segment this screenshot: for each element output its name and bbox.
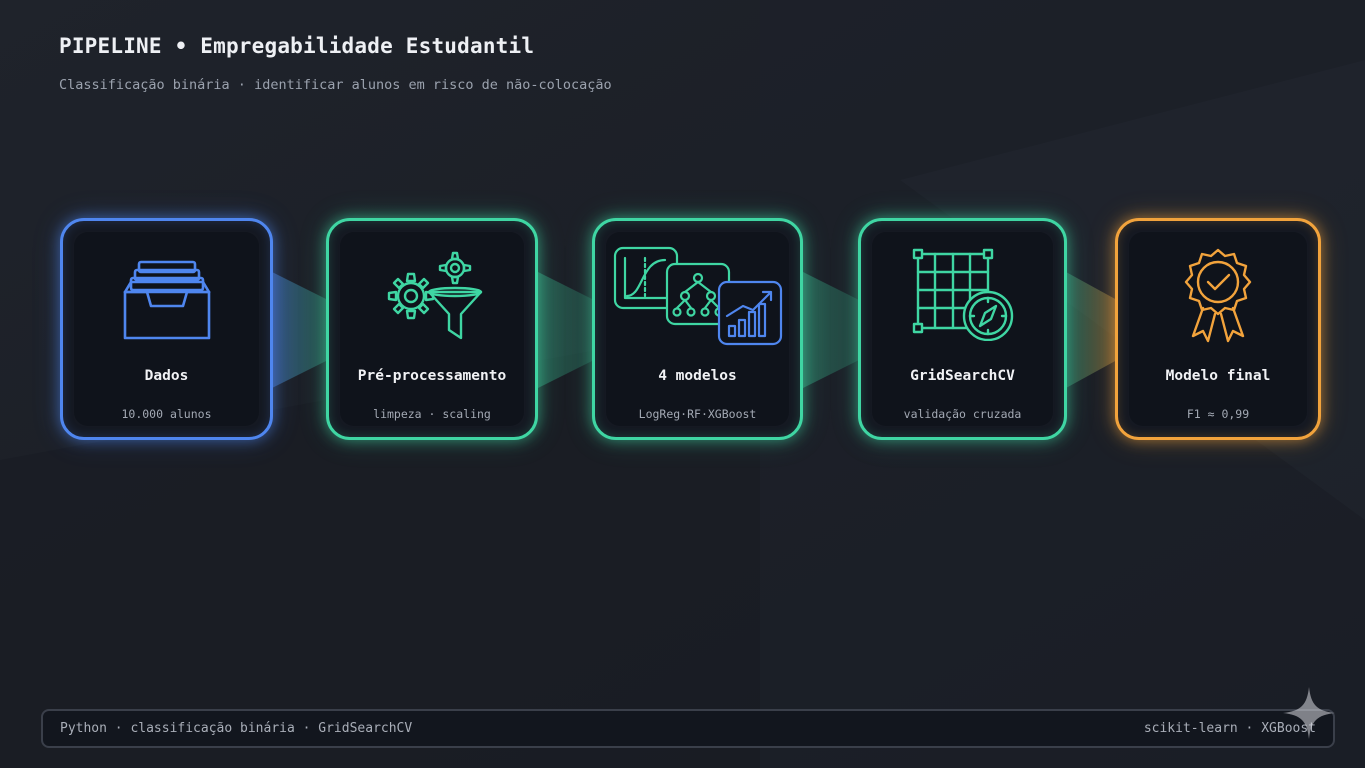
stage-card-modelos: 4 modelos LogReg·RF·XGBoost [592, 218, 803, 440]
stage-detail: LogReg·RF·XGBoost [638, 407, 757, 421]
stage-detail: F1 ≈ 0,99 [1186, 407, 1250, 421]
stage-detail: limpeza · scaling [373, 407, 491, 421]
stage-detail: 10.000 alunos [121, 407, 212, 421]
stage-label: Dados [144, 368, 189, 384]
stage-card-gridsearchcv: GridSearchCV validação cruzada [858, 218, 1067, 440]
stage-detail: validação cruzada [903, 407, 1022, 421]
grid-compass-icon [912, 248, 1013, 341]
stage-label: 4 modelos [658, 368, 737, 384]
sparkle-icon [1283, 687, 1335, 739]
stage-label: Pré-processamento [357, 368, 507, 384]
stage-label: GridSearchCV [910, 368, 1015, 384]
archive-tray-icon [123, 260, 210, 340]
stage-card-dados: Dados 10.000 alunos [60, 218, 273, 440]
footer-bar: Python · classificação binária · GridSea… [41, 709, 1335, 748]
award-badge-icon [1184, 248, 1252, 343]
model-charts-icon [613, 246, 782, 346]
stage-label: Modelo final [1165, 368, 1271, 384]
page-title: PIPELINE • Empregabilidade Estudantil [59, 34, 535, 58]
beam-gridsearch-final [1066, 272, 1117, 388]
footer-left-text: Python · classificação binária · GridSea… [60, 721, 413, 736]
page-subtitle: Classificação binária · identificar alun… [59, 77, 612, 93]
beam-preprocessamento-modelos [538, 272, 594, 388]
stage-card-modelo-final: Modelo final F1 ≈ 0,99 [1115, 218, 1321, 440]
stage-card-preprocessamento: Pré-processamento limpeza · scaling [326, 218, 538, 440]
beam-modelos-gridsearch [803, 272, 859, 388]
gears-funnel-icon [387, 251, 483, 340]
beam-dados-preprocessamento [272, 272, 328, 388]
